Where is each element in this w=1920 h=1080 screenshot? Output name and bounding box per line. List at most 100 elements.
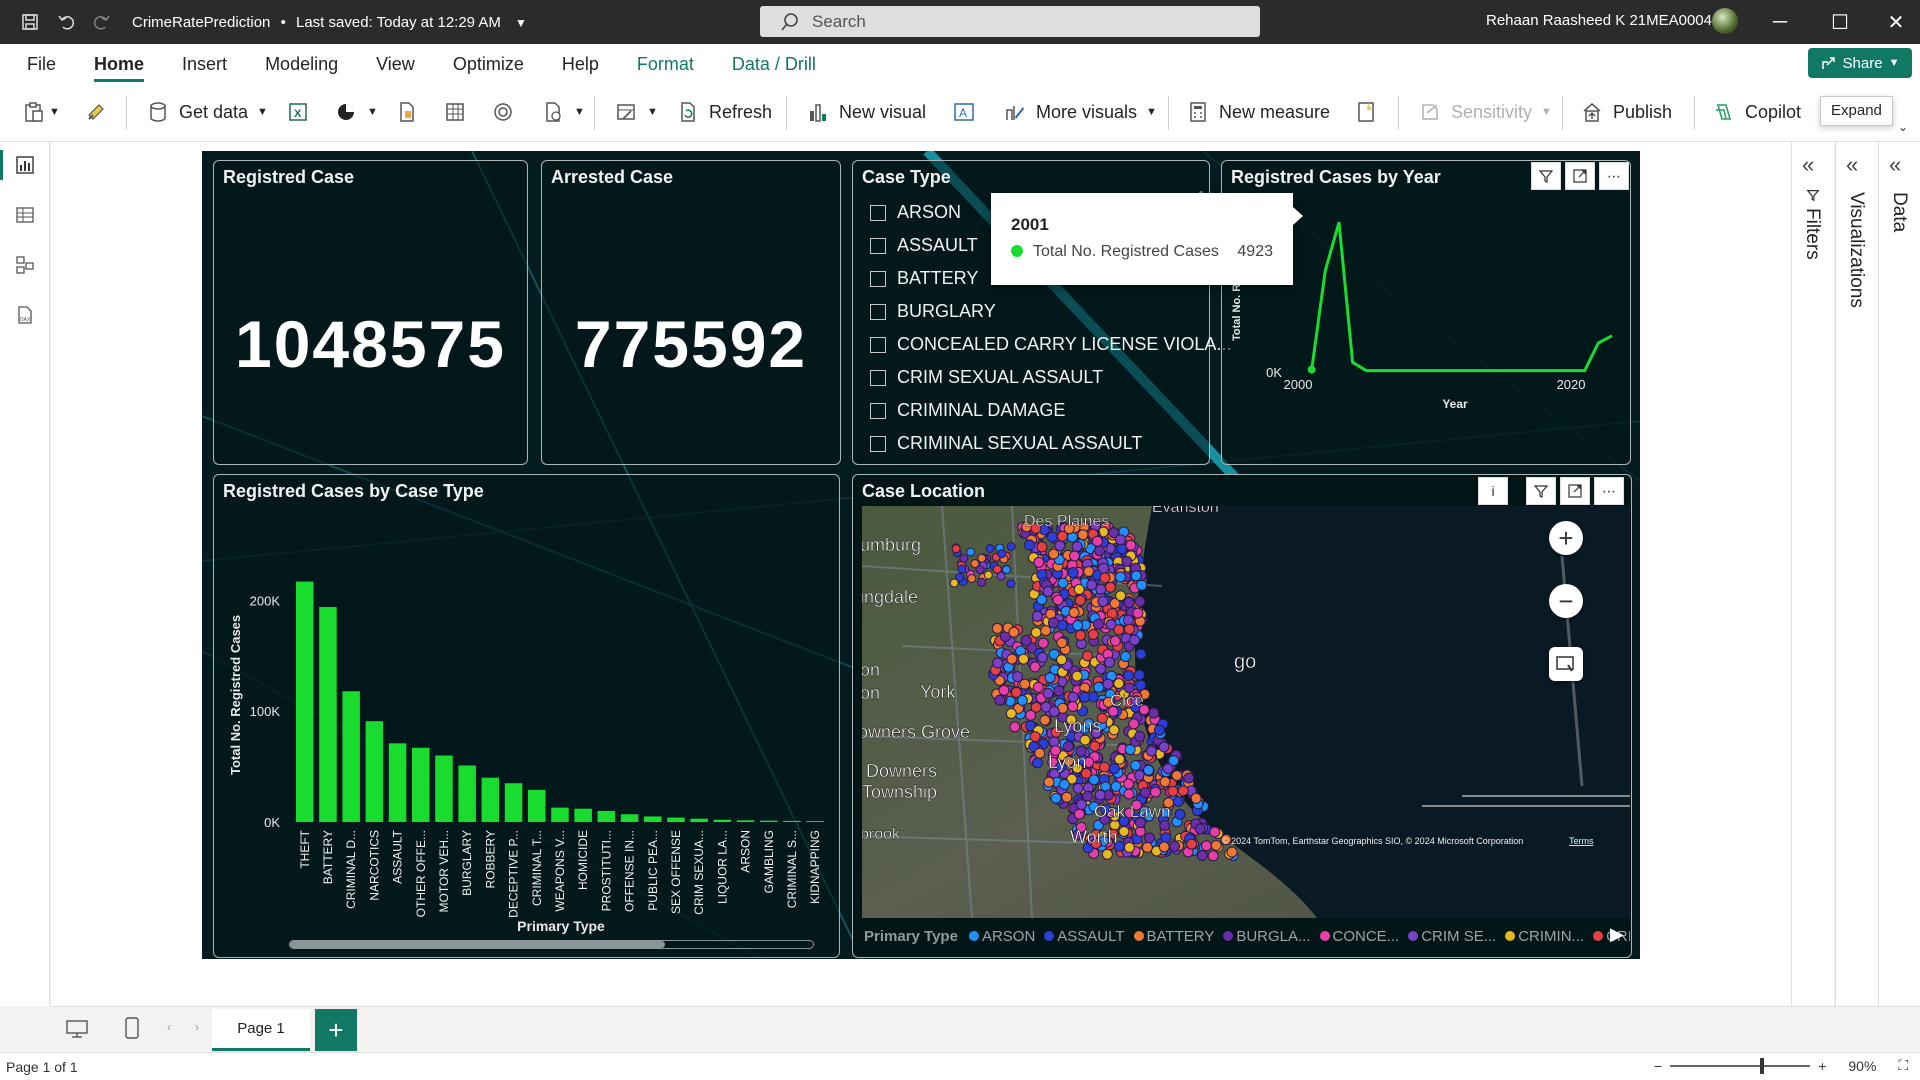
model-view-icon[interactable] <box>10 250 40 280</box>
horizontal-scrollbar[interactable] <box>289 940 814 949</box>
arrested-case-card[interactable]: Arrested Case 775592 <box>541 160 841 465</box>
format-painter-button[interactable] <box>84 92 108 132</box>
fit-to-page-icon[interactable]: ⛶ <box>1898 1057 1908 1074</box>
paste-button[interactable]: ▼ <box>22 92 60 132</box>
zoom-slider-thumb[interactable] <box>1760 1057 1765 1074</box>
page-tab[interactable]: Page 1 <box>212 1009 310 1051</box>
share-button[interactable]: Share ▼ <box>1808 48 1912 78</box>
text-box-button[interactable]: A <box>952 92 976 132</box>
menu-tab-file[interactable]: File <box>8 44 75 84</box>
search-input[interactable]: Search <box>760 6 1260 37</box>
map-style-button[interactable] <box>1549 647 1583 681</box>
sensitivity-button[interactable]: Sensitivity ▼ <box>1418 92 1552 132</box>
slicer-item[interactable]: BURGLARY <box>870 295 1231 328</box>
get-data-button[interactable]: Get data ▼ <box>146 92 268 132</box>
menu-tab-data-drill[interactable]: Data / Drill <box>713 44 835 84</box>
checkbox[interactable] <box>870 303 886 320</box>
sql-button[interactable] <box>395 92 419 132</box>
table-view-icon[interactable] <box>10 200 40 230</box>
slicer-item[interactable]: CRIMINAL DAMAGE <box>870 394 1231 427</box>
legend-item[interactable]: BATTERY <box>1133 928 1214 945</box>
zoom-slider[interactable] <box>1670 1057 1811 1074</box>
copilot-button[interactable]: Copilot <box>1712 92 1801 132</box>
save-icon[interactable] <box>12 0 48 44</box>
scrollbar-thumb[interactable] <box>290 941 665 948</box>
collapse-ribbon-icon[interactable]: ⌄ <box>1898 120 1908 134</box>
dataverse-button[interactable]: ▼ <box>334 92 378 132</box>
dax-query-view-icon[interactable]: DAX <box>10 300 40 330</box>
focus-mode-icon[interactable] <box>1560 477 1590 505</box>
chevrons-left-icon[interactable]: « <box>1889 152 1901 178</box>
checkbox[interactable] <box>870 369 886 386</box>
add-page-button[interactable]: + <box>315 1009 357 1051</box>
checkbox[interactable] <box>870 402 886 419</box>
map-terms-link[interactable]: Terms <box>1569 836 1594 846</box>
minimize-button[interactable]: ─ <box>1750 0 1810 44</box>
more-visuals-button[interactable]: More visuals ▼ <box>1003 92 1157 132</box>
avatar[interactable] <box>1712 8 1738 34</box>
menu-tab-modeling[interactable]: Modeling <box>246 44 357 84</box>
desktop-layout-icon[interactable] <box>65 1019 89 1044</box>
more-options-icon[interactable]: ⋯ <box>1599 162 1629 190</box>
menu-tab-help[interactable]: Help <box>543 44 618 84</box>
mobile-layout-icon[interactable] <box>125 1017 139 1044</box>
document-title[interactable]: CrimeRatePrediction • Last saved: Today … <box>132 14 527 31</box>
refresh-button[interactable]: Refresh <box>676 92 772 132</box>
next-page-icon[interactable]: › <box>195 1020 199 1034</box>
case-location-map[interactable]: Des Plaines Evanston umburg ingdale on o… <box>862 506 1630 918</box>
report-view-icon[interactable] <box>0 150 40 180</box>
undo-icon[interactable] <box>48 0 84 44</box>
legend-item[interactable]: CRIM SE... <box>1408 928 1496 945</box>
quick-measure-button[interactable] <box>1354 92 1378 132</box>
legend-item[interactable]: ASSAULT <box>1044 928 1125 945</box>
focus-mode-icon[interactable] <box>1565 162 1595 190</box>
zoom-in-button[interactable]: + <box>1549 521 1583 555</box>
zoom-out-button[interactable]: − <box>1549 584 1583 618</box>
close-button[interactable]: ✕ <box>1866 0 1920 44</box>
enter-data-button[interactable] <box>443 92 467 132</box>
menu-tab-insert[interactable]: Insert <box>163 44 246 84</box>
datamart-button[interactable] <box>491 92 515 132</box>
user-name[interactable]: Rehaan Raasheed K 21MEA0004 <box>1486 12 1712 29</box>
checkbox[interactable] <box>870 435 886 452</box>
transform-data-button[interactable]: ▼ <box>614 92 658 132</box>
legend-item[interactable]: CONCE... <box>1319 928 1399 945</box>
slicer-item[interactable]: CRIM SEXUAL ASSAULT <box>870 361 1231 394</box>
menu-tab-optimize[interactable]: Optimize <box>434 44 543 84</box>
new-visual-button[interactable]: New visual <box>806 92 926 132</box>
slicer-item[interactable]: CRIMINAL SEXUAL ASSAULT <box>870 427 1231 460</box>
filters-pane[interactable]: « Filters <box>1791 142 1834 1006</box>
previous-page-icon[interactable]: ‹ <box>167 1020 171 1034</box>
slicer-item[interactable]: CONCEALED CARRY LICENSE VIOLA... <box>870 328 1231 361</box>
chevrons-left-icon[interactable]: « <box>1802 152 1814 178</box>
recent-sources-button[interactable]: ▼ <box>541 92 585 132</box>
excel-button[interactable]: X <box>286 92 310 132</box>
menu-tab-view[interactable]: View <box>357 44 434 84</box>
zoom-in-button[interactable]: + <box>1818 1058 1826 1074</box>
legend-item[interactable]: ARSON <box>968 928 1035 945</box>
data-pane[interactable]: « Data <box>1878 142 1920 1006</box>
legend-next-arrow[interactable]: ▶ <box>1610 924 1624 945</box>
more-options-icon[interactable]: ⋯ <box>1594 477 1624 505</box>
menu-tab-format[interactable]: Format <box>618 44 713 84</box>
filter-icon[interactable] <box>1526 477 1556 505</box>
legend-item[interactable]: BURGLA... <box>1223 928 1311 945</box>
registered-by-case-type-chart[interactable]: Registred Cases by Case Type 0K 100K 200K T… <box>213 474 840 958</box>
info-icon[interactable]: i <box>1478 477 1508 505</box>
checkbox[interactable] <box>870 237 886 254</box>
checkbox[interactable] <box>870 270 886 287</box>
menu-tab-home[interactable]: Home <box>75 44 163 84</box>
zoom-out-button[interactable]: − <box>1654 1058 1662 1074</box>
checkbox[interactable] <box>870 204 886 221</box>
legend-item[interactable]: CRIMIN... <box>1505 928 1584 945</box>
publish-button[interactable]: Publish <box>1580 92 1672 132</box>
visualizations-pane[interactable]: « Visualizations <box>1835 142 1878 1006</box>
new-measure-button[interactable]: New measure <box>1186 92 1330 132</box>
chevron-down-icon[interactable]: ▼ <box>515 16 527 30</box>
filter-icon[interactable] <box>1531 162 1561 190</box>
maximize-button[interactable]: ☐ <box>1810 0 1870 44</box>
redo-icon[interactable] <box>84 0 120 44</box>
checkbox[interactable] <box>870 336 886 353</box>
registered-case-card[interactable]: Registred Case 1048575 <box>213 160 528 465</box>
chevrons-left-icon[interactable]: « <box>1846 152 1858 178</box>
